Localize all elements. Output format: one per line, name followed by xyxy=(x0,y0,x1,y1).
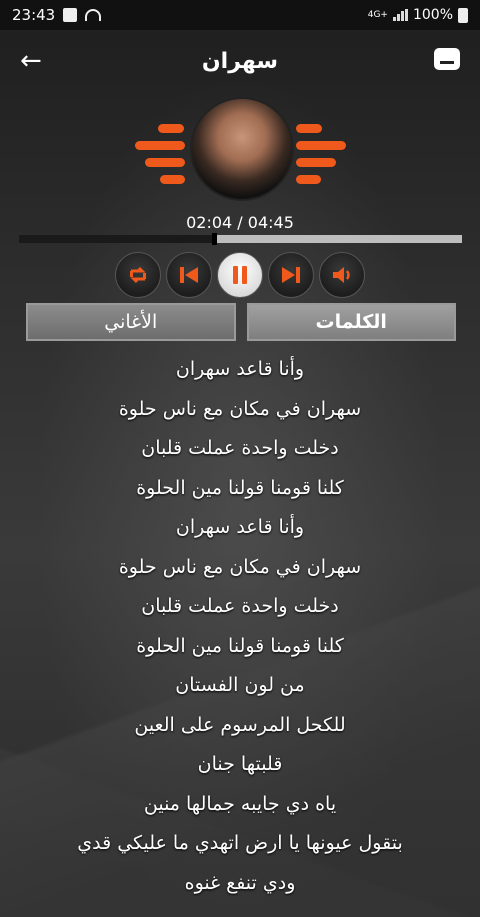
equalizer-bar xyxy=(135,141,185,150)
lyric-line: سهران في مكان مع ناس حلوة xyxy=(118,555,362,578)
progress-bar[interactable] xyxy=(19,233,462,245)
previous-button[interactable] xyxy=(166,252,212,298)
equalizer-bar xyxy=(296,141,346,150)
equalizer-bar xyxy=(160,175,185,184)
progress-knob[interactable] xyxy=(211,233,217,245)
lyrics-list: وأنا قاعد سهران سهران في مكان مع ناس حلوة… xyxy=(0,350,480,903)
battery-percent: 100% xyxy=(412,7,453,23)
status-bar: 23:43 4G+ 100% xyxy=(0,0,480,30)
lyric-line: بتقول عيونها يا ارض اتهدي ما عليكي قدي xyxy=(77,832,403,854)
lyric-line: دخلت واحدة عملت قلبان xyxy=(141,437,339,459)
equalizer-bar xyxy=(296,124,322,133)
content-tabs: الأغاني الكلمات xyxy=(26,303,456,341)
player-controls xyxy=(0,252,480,298)
previous-icon xyxy=(180,267,198,283)
lyric-line: للكحل المرسوم على العين xyxy=(134,713,346,736)
app-header: ← سهران xyxy=(0,30,480,92)
lyric-line: وأنا قاعد سهران xyxy=(175,516,305,538)
equalizer-bar xyxy=(145,158,185,167)
status-time: 23:43 xyxy=(12,6,56,24)
equalizer-bar xyxy=(296,175,321,184)
lyric-line: قلبتها جنان xyxy=(197,753,283,775)
page-title: سهران xyxy=(201,48,279,74)
network-type: 4G+ xyxy=(367,10,388,20)
volume-button[interactable] xyxy=(319,252,365,298)
album-art-area xyxy=(0,97,480,207)
equalizer-bar xyxy=(296,158,336,167)
signal-icon xyxy=(392,9,408,21)
lyric-line: سهران في مكان مع ناس حلوة xyxy=(118,397,362,420)
lyric-line: من لون الفستان xyxy=(175,674,305,696)
cast-icon xyxy=(85,9,102,21)
battery-icon xyxy=(458,7,468,23)
time-display: 02:04 / 04:45 xyxy=(186,213,294,232)
tab-songs[interactable]: الأغاني xyxy=(26,303,236,341)
tab-lyrics[interactable]: الكلمات xyxy=(246,303,456,341)
artist-photo xyxy=(190,97,294,201)
equalizer-bar xyxy=(158,124,184,133)
progress-fill xyxy=(19,235,214,243)
lyric-line: دخلت واحدة عملت قلبان xyxy=(141,595,339,617)
next-icon xyxy=(282,267,300,283)
pause-button[interactable] xyxy=(217,252,263,298)
next-button[interactable] xyxy=(268,252,314,298)
volume-icon xyxy=(333,267,350,283)
lyric-line: وأنا قاعد سهران xyxy=(175,358,305,380)
lyric-line: كلنا قومنا قولنا مين الحلوة xyxy=(136,634,344,657)
pause-icon xyxy=(233,266,247,284)
menu-icon[interactable] xyxy=(434,48,460,70)
repeat-button[interactable] xyxy=(115,252,161,298)
notification-icon xyxy=(63,8,78,22)
arrow-left-icon[interactable]: ← xyxy=(20,48,42,74)
lyric-line: ياه دي جايبه جمالها منين xyxy=(143,792,337,815)
lyric-line: ودي تنفع غنوه xyxy=(184,871,296,894)
lyric-line: كلنا قومنا قولنا مين الحلوة xyxy=(136,476,344,499)
repeat-icon xyxy=(130,266,146,284)
